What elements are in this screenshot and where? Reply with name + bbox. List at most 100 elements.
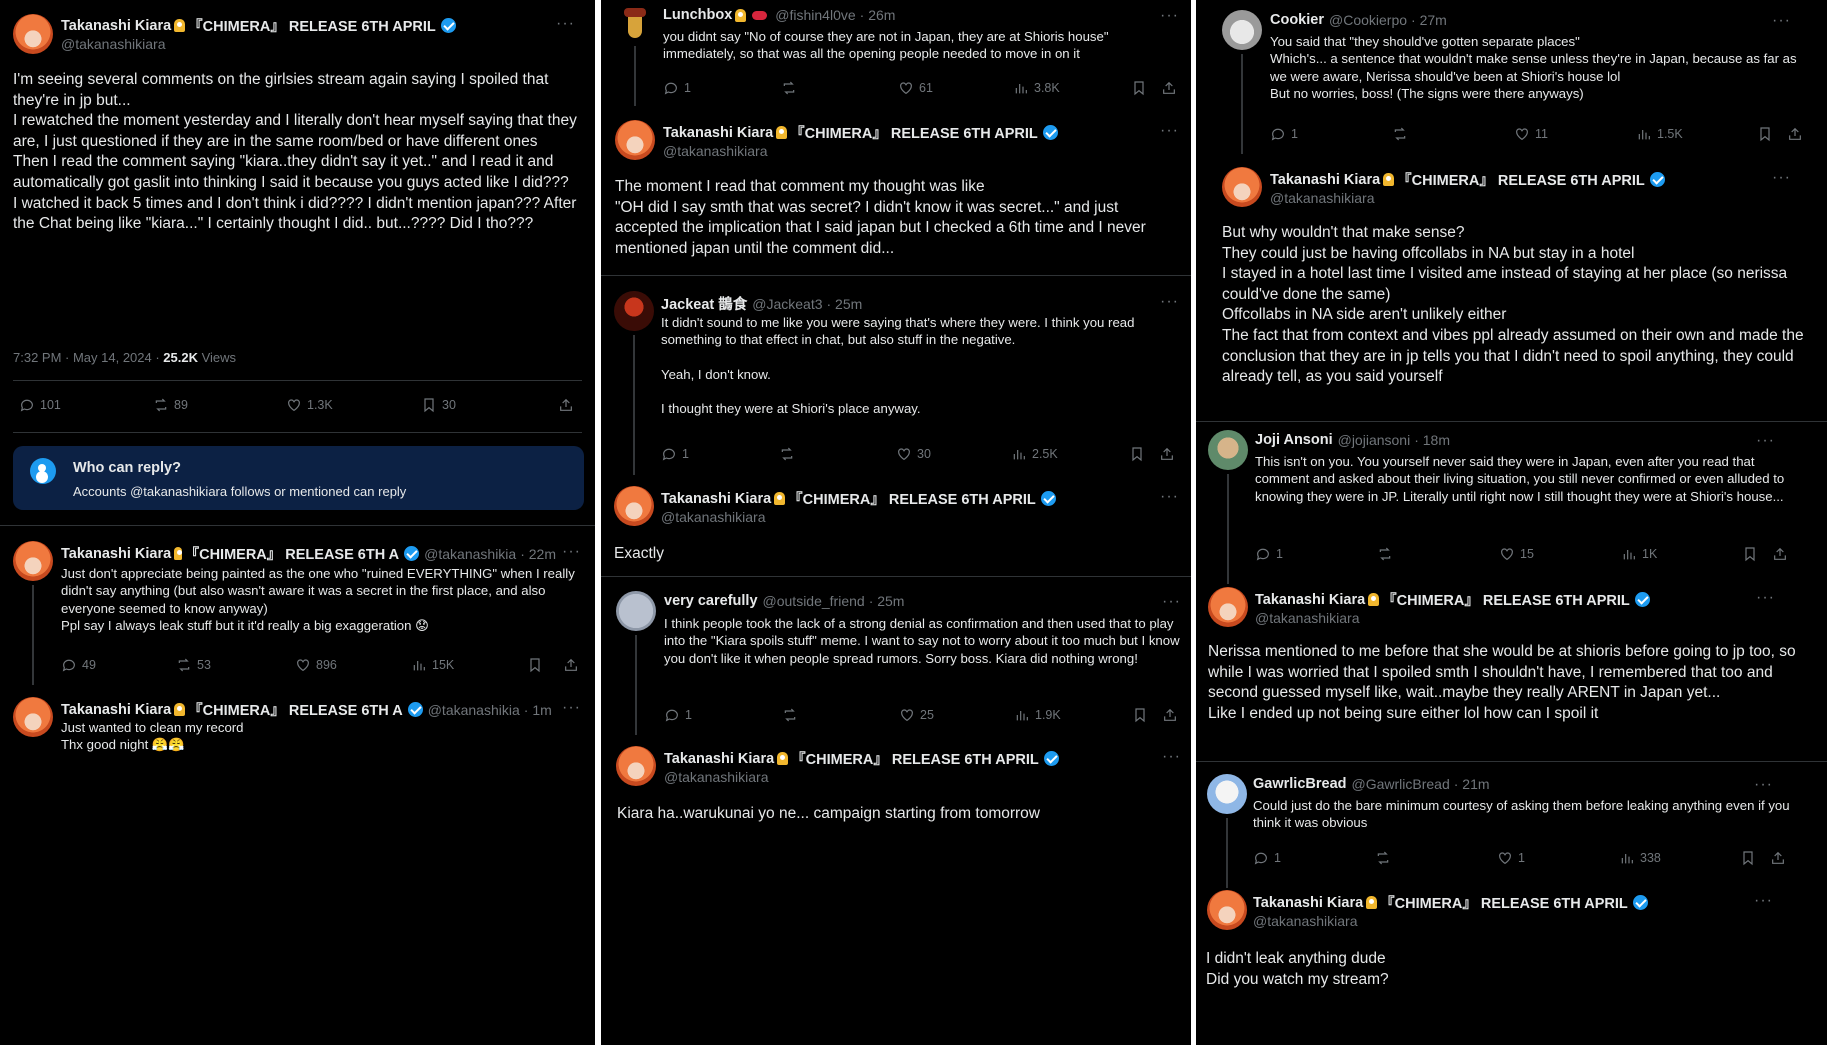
views-button[interactable]: 338: [1619, 850, 1661, 866]
more-options-icon[interactable]: ···: [1756, 590, 1775, 606]
reply-button[interactable]: 1: [1253, 850, 1281, 866]
bookmark-button[interactable]: 30: [421, 397, 456, 413]
handle[interactable]: @GawrlicBread: [1352, 776, 1450, 792]
display-name[interactable]: Takanashi Kiara: [61, 546, 171, 562]
display-name[interactable]: Takanashi Kiara: [663, 125, 773, 141]
avatar[interactable]: [616, 746, 656, 786]
share-button[interactable]: [1770, 850, 1786, 866]
more-options-icon[interactable]: ···: [1162, 594, 1181, 610]
views-button[interactable]: 1.9K: [1014, 707, 1061, 723]
post-time[interactable]: · 26m: [860, 7, 896, 23]
avatar[interactable]: [614, 291, 654, 331]
display-name[interactable]: Takanashi Kiara: [664, 751, 774, 767]
post-time[interactable]: · 25m: [827, 296, 863, 312]
display-name[interactable]: Takanashi Kiara: [1253, 895, 1363, 911]
handle[interactable]: @takanashikiara: [1255, 610, 1360, 626]
post-time[interactable]: · 1m: [524, 702, 552, 718]
handle[interactable]: @takanashikiara: [661, 509, 766, 525]
bookmark-button[interactable]: [1757, 126, 1773, 142]
repost-button[interactable]: [1377, 546, 1393, 562]
bookmark-button[interactable]: [1131, 80, 1147, 96]
handle[interactable]: @fishin4l0ve: [775, 7, 855, 23]
repost-button[interactable]: 89: [153, 397, 188, 413]
like-button[interactable]: 25: [899, 707, 934, 723]
post-time[interactable]: · 21m: [1454, 776, 1490, 792]
display-name-tag[interactable]: 『CHIMERA』 RELEASE 6TH APRIL: [788, 488, 1036, 509]
bookmark-button[interactable]: [1742, 546, 1758, 562]
display-name[interactable]: very carefully: [664, 593, 758, 609]
more-options-icon[interactable]: ···: [1160, 294, 1179, 310]
like-button[interactable]: 61: [898, 80, 933, 96]
share-button[interactable]: [558, 397, 574, 413]
repost-button[interactable]: 53: [176, 657, 211, 673]
reply-button[interactable]: 1: [661, 446, 689, 462]
display-name[interactable]: Takanashi Kiara: [1270, 172, 1380, 188]
repost-button[interactable]: [779, 446, 795, 462]
more-options-icon[interactable]: ···: [1160, 123, 1179, 139]
like-button[interactable]: 896: [295, 657, 337, 673]
display-name[interactable]: Takanashi Kiara: [61, 702, 171, 718]
avatar[interactable]: [1207, 890, 1247, 930]
avatar[interactable]: [1222, 167, 1262, 207]
display-name[interactable]: GawrlicBread: [1253, 776, 1347, 792]
display-name[interactable]: Joji Ansoni: [1255, 432, 1333, 448]
reply-button[interactable]: 49: [61, 657, 96, 673]
more-options-icon[interactable]: ···: [1160, 489, 1179, 505]
more-options-icon[interactable]: ···: [562, 700, 581, 716]
share-button[interactable]: [1161, 80, 1177, 96]
bookmark-button[interactable]: [527, 657, 543, 673]
share-button[interactable]: [1159, 446, 1175, 462]
reply-button[interactable]: 1: [1255, 546, 1283, 562]
more-options-icon[interactable]: ···: [1754, 893, 1773, 909]
display-name-tag[interactable]: 『CHIMERA』 RELEASE 6TH A: [188, 699, 403, 720]
avatar[interactable]: [13, 14, 53, 54]
share-button[interactable]: [563, 657, 579, 673]
more-options-icon[interactable]: ···: [1772, 170, 1791, 186]
more-options-icon[interactable]: ···: [1754, 777, 1773, 793]
more-options-icon[interactable]: ···: [556, 16, 575, 32]
avatar[interactable]: [615, 4, 655, 44]
display-name[interactable]: Jackeat 鵲食: [661, 293, 747, 314]
more-options-icon[interactable]: ···: [1772, 13, 1791, 29]
like-button[interactable]: 11: [1514, 126, 1548, 142]
avatar[interactable]: [1207, 774, 1247, 814]
like-button[interactable]: 1.3K: [286, 397, 333, 413]
repost-button[interactable]: [1392, 126, 1408, 142]
more-options-icon[interactable]: ···: [1160, 8, 1179, 24]
bookmark-button[interactable]: [1740, 850, 1756, 866]
reply-button[interactable]: 1: [664, 707, 692, 723]
repost-button[interactable]: [782, 707, 798, 723]
handle[interactable]: @takanashikiara: [663, 143, 768, 159]
display-name-tag[interactable]: 『CHIMERA』 RELEASE 6TH APRIL: [1382, 589, 1630, 610]
more-options-icon[interactable]: ···: [562, 544, 581, 560]
handle[interactable]: @takanashikiara: [1253, 913, 1358, 929]
handle[interactable]: @takanashikiara: [1270, 190, 1375, 206]
avatar[interactable]: [1208, 587, 1248, 627]
more-options-icon[interactable]: ···: [1756, 433, 1775, 449]
display-name[interactable]: Lunchbox: [663, 7, 732, 23]
display-name[interactable]: Takanashi Kiara: [661, 491, 771, 507]
handle[interactable]: @outside_friend: [763, 593, 865, 609]
tweet-timestamp[interactable]: 7:32 PM · May 14, 2024 · 25.2K Views: [13, 350, 236, 365]
more-options-icon[interactable]: ···: [1162, 749, 1181, 765]
handle[interactable]: @takanashikia: [428, 702, 520, 718]
display-name-tag[interactable]: 『CHIMERA』 RELEASE 6TH APRIL: [791, 748, 1039, 769]
avatar[interactable]: [13, 541, 53, 581]
views-button[interactable]: 2.5K: [1011, 446, 1058, 462]
views-button[interactable]: 3.8K: [1013, 80, 1060, 96]
display-name-tag[interactable]: 『CHIMERA』 RELEASE 6TH A: [185, 543, 400, 564]
like-button[interactable]: 30: [896, 446, 931, 462]
bookmark-button[interactable]: [1129, 446, 1145, 462]
display-name-tag[interactable]: 『CHIMERA』 RELEASE 6TH APRIL: [1397, 169, 1645, 190]
handle[interactable]: @Cookierpo: [1329, 12, 1407, 28]
share-button[interactable]: [1787, 126, 1803, 142]
display-name[interactable]: Takanashi Kiara: [61, 18, 171, 34]
views-button[interactable]: 1.5K: [1636, 126, 1683, 142]
post-time[interactable]: · 18m: [1414, 432, 1450, 448]
reply-button[interactable]: 101: [19, 397, 61, 413]
avatar[interactable]: [1208, 430, 1248, 470]
avatar[interactable]: [616, 591, 656, 631]
like-button[interactable]: 15: [1499, 546, 1534, 562]
repost-button[interactable]: [1375, 850, 1391, 866]
views-button[interactable]: 15K: [411, 657, 454, 673]
